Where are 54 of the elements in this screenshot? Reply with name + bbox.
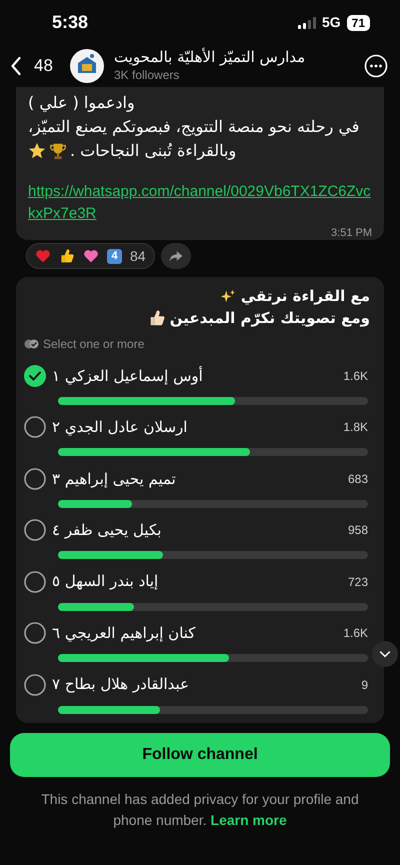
thumbs-up-icon xyxy=(148,309,166,327)
channel-link[interactable]: https://whatsapp.com/channel/0029Vb6TX1ZC6ZvckxPx7e3R xyxy=(28,181,372,225)
vote-count: 723 xyxy=(348,574,369,591)
vote-count: 683 xyxy=(348,470,369,488)
unchecked-checkbox[interactable] xyxy=(24,622,46,644)
option-label: بكيل يحيى ظفر ٤ xyxy=(52,520,162,542)
poll-question: مع القراءة نرتقي xyxy=(240,286,370,307)
vote-count: 1.6K xyxy=(343,625,369,642)
unchecked-checkbox[interactable] xyxy=(24,416,46,438)
star-icon xyxy=(28,142,46,160)
option-label: أوس إسماعيل العزكي ١ xyxy=(52,365,204,387)
unchecked-checkbox[interactable] xyxy=(24,519,46,542)
message-time: 3:51 PM xyxy=(331,226,372,241)
privacy-notice: This channel has added privacy for your profile and phone number. Learn more xyxy=(40,790,360,830)
poll-hint: Select one or more xyxy=(43,336,144,353)
checked-checkbox[interactable] xyxy=(24,365,46,387)
option-label: ارسلان عادل الجدي ٢ xyxy=(52,417,188,438)
message-text: في رحلته نحو منصة التتويج، فبصوتكم يصنع التميّز، xyxy=(28,116,360,138)
channel-avatar-icon[interactable] xyxy=(70,49,104,83)
vote-count: 9 xyxy=(361,676,369,694)
back-icon[interactable] xyxy=(10,56,22,76)
vote-count: 1.8K xyxy=(343,419,369,436)
trophy-icon xyxy=(49,141,67,161)
option-label: إياد بندر السهل ٥ xyxy=(52,571,160,592)
unchecked-checkbox[interactable] xyxy=(24,570,46,593)
battery-level: 71 xyxy=(346,14,370,30)
channel-name[interactable]: مدارس التميّز الأهليّة بالمحويت xyxy=(114,48,360,66)
follow-channel-button[interactable]: Follow channel xyxy=(10,733,390,777)
signal-icon xyxy=(298,16,316,28)
vote-count: 1.6K xyxy=(343,368,369,385)
followers-count: 3K followers xyxy=(114,67,180,84)
thumbs-up-icon xyxy=(59,248,75,264)
poll-question: ومع تصويتك نكرّم المبدعين xyxy=(170,308,370,329)
message-text: وادعموا ( علي ) xyxy=(28,92,135,114)
reaction-count: 84 xyxy=(130,246,146,266)
unread-count: 48 xyxy=(34,55,54,78)
vote-count: 958 xyxy=(348,522,369,540)
option-label: كنان إبراهيم العريجي ٦ xyxy=(52,622,196,644)
reactions-pill[interactable]: 4 84 xyxy=(26,243,155,269)
option-label: تميم يحيى إبراهيم ٣ xyxy=(52,468,177,490)
network-label: 5G xyxy=(322,13,341,32)
unchecked-checkbox[interactable] xyxy=(24,674,46,696)
learn-more-link[interactable]: Learn more xyxy=(210,812,287,828)
chevron-down-icon xyxy=(379,650,391,658)
heart-icon xyxy=(35,248,51,264)
unchecked-checkbox[interactable] xyxy=(24,468,46,490)
more-options-icon[interactable] xyxy=(364,54,388,78)
forward-button[interactable] xyxy=(160,243,191,269)
message-text: وبالقراءة تُبنى النجاحات . xyxy=(70,140,236,162)
double-check-icon xyxy=(24,339,39,349)
keycap-emoji: 4 xyxy=(107,248,122,264)
scroll-down-button[interactable] xyxy=(372,641,398,667)
option-label: عبدالقادر هلال بطاح ٧ xyxy=(52,674,190,696)
clock-time: 5:38 xyxy=(52,11,88,34)
